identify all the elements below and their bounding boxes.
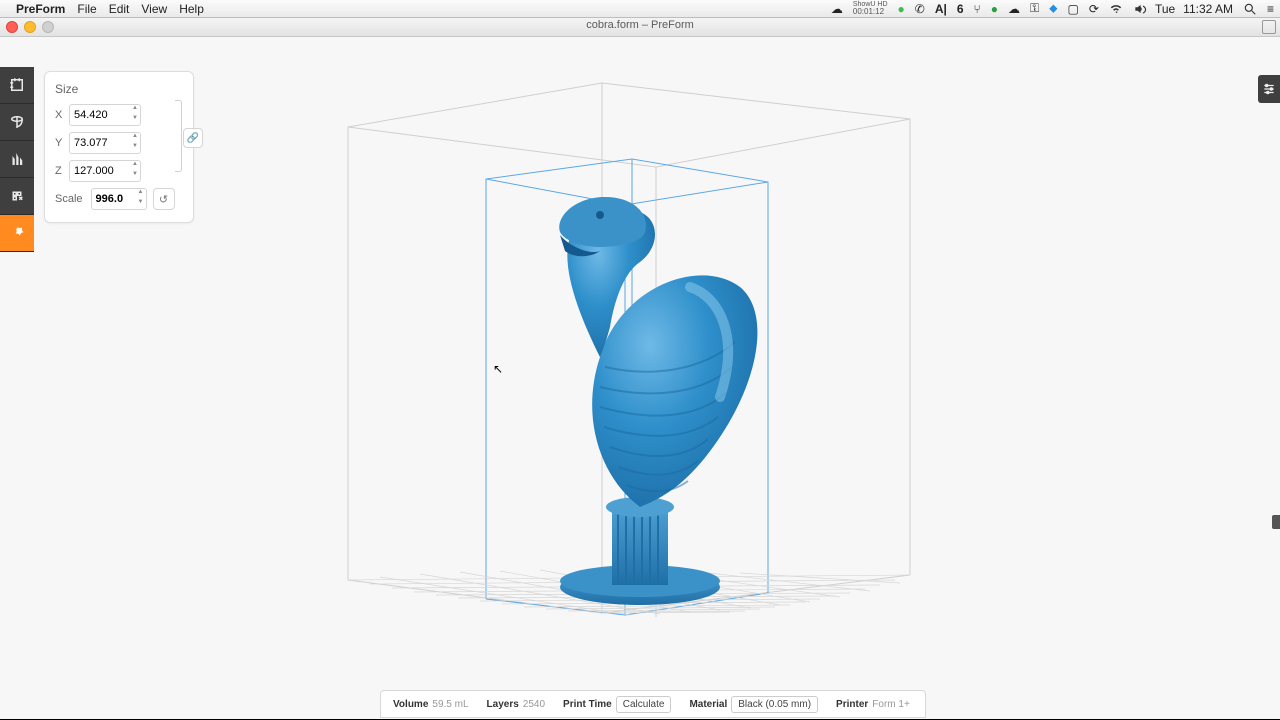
material-label: Material [689,699,727,710]
link-axes-button[interactable]: 🔗 [183,128,203,148]
layer-slider-toggle[interactable] [1258,75,1280,103]
size-panel: Size X ▲▼ Y ▲▼ Z ▲▼ 🔗 Scale [44,71,194,223]
menu-file[interactable]: File [77,2,96,16]
spotlight-icon[interactable] [1243,2,1257,16]
x-label: X [55,109,69,121]
status-dot-icon[interactable]: ● [898,2,905,16]
menu-view[interactable]: View [141,2,167,16]
menu-edit[interactable]: Edit [109,2,130,16]
y-label: Y [55,137,69,149]
z-step-up[interactable]: ▲ [130,161,140,171]
cloud-icon[interactable]: ☁ [831,2,843,16]
printtime-label: Print Time [563,699,612,710]
link-bracket [175,100,182,172]
volume-icon[interactable] [1133,2,1147,16]
dropbox-icon[interactable]: ⬥ [1049,1,1057,16]
scale-label: Scale [55,193,83,205]
printer-value: Form 1+ [872,699,910,710]
key-icon[interactable]: ⚿ [1030,1,1039,16]
printer-label: Printer [836,699,868,710]
one-click-print-button[interactable] [0,215,34,252]
sync-icon[interactable]: ⟳ [1089,2,1099,16]
scale-step-down[interactable]: ▼ [136,199,146,209]
badge-count[interactable]: 6 [957,2,964,16]
y-step-up[interactable]: ▲ [130,133,140,143]
y-step-down[interactable]: ▼ [130,143,140,153]
volume-value: 59.5 mL [432,699,468,710]
left-toolbar [0,67,34,252]
workspace[interactable]: ↖ Size X ▲▼ Y [0,37,1280,720]
size-panel-title: Size [55,82,183,96]
green-dot-icon[interactable]: ● [991,2,998,16]
layers-value: 2540 [523,699,545,710]
orient-tool-button[interactable] [0,104,34,141]
scale-step-up[interactable]: ▲ [136,189,146,199]
branch-icon[interactable]: ⑂ [974,2,981,16]
window-titlebar: cobra.form – PreForm [0,18,1280,37]
display-icon[interactable]: ▢ [1068,2,1079,16]
volume-label: Volume [393,699,428,710]
clock-time[interactable]: 11:32 AM [1183,2,1233,16]
clock-day[interactable]: Tue [1155,2,1175,16]
z-label: Z [55,165,69,177]
window-fullscreen-button[interactable] [1262,20,1276,34]
material-select[interactable]: Black (0.05 mm) [731,696,818,713]
mouse-cursor: ↖ [493,362,503,376]
adobe-icon[interactable]: A| [935,2,947,16]
layout-tool-button[interactable] [0,178,34,215]
supports-tool-button[interactable] [0,141,34,178]
status-bar: Volume 59.5 mL Layers 2540 Print Time Ca… [380,690,926,718]
calculate-button[interactable]: Calculate [616,696,672,713]
scale-reset-button[interactable]: ↺ [153,188,175,210]
app-menu[interactable]: PreForm [16,2,65,16]
z-step-down[interactable]: ▼ [130,171,140,181]
x-step-down[interactable]: ▼ [130,115,140,125]
layers-label: Layers [487,699,519,710]
window-title: cobra.form – PreForm [0,19,1280,31]
size-tool-button[interactable] [0,67,34,104]
chat-icon[interactable]: ☁ [1008,2,1020,16]
notification-icon[interactable]: ≡ [1267,2,1274,16]
menu-help[interactable]: Help [179,2,204,16]
x-step-up[interactable]: ▲ [130,105,140,115]
macos-menubar: PreForm File Edit View Help ☁ ShowU HD 0… [0,0,1280,18]
right-panel-handle[interactable] [1272,515,1280,529]
timer-icon[interactable]: ShowU HD 00:01:12 [853,1,888,16]
wifi-icon[interactable] [1109,2,1123,16]
skype-icon[interactable]: ✆ [915,2,925,16]
